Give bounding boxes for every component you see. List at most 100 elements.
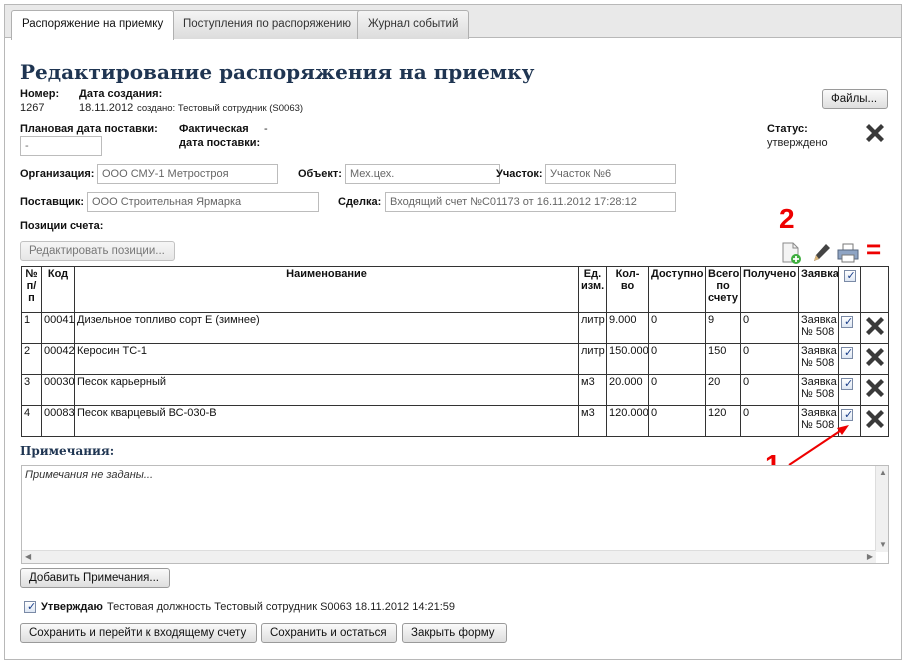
approve-text: Тестовая должность Тестовый сотрудник S0… [107,601,456,613]
notes-textarea[interactable]: Примечания не заданы... ▲ ▼ ◀ ▶ [21,465,889,564]
supplier-field[interactable]: ООО Строительная Ярмарка [87,192,319,212]
section-field[interactable]: Участок №6 [545,164,676,184]
col-received: Получено [740,266,799,313]
cell-request: Заявка № 508 [798,312,839,344]
cell-unit: м3 [578,374,607,406]
save-and-go-button[interactable]: Сохранить и перейти к входящему счету [20,623,257,643]
number-label: Номер: [20,88,60,100]
tab-event-log[interactable]: Журнал событий [357,10,470,39]
notes-vertical-scrollbar[interactable]: ▲ ▼ [875,466,888,552]
scroll-left-icon[interactable]: ◀ [25,552,31,562]
save-and-stay-button[interactable]: Сохранить и остаться [261,623,397,643]
cell-delete [860,374,889,406]
close-x-icon[interactable] [863,407,887,431]
number-value: 1267 [20,102,45,114]
scroll-right-icon[interactable]: ▶ [867,552,873,562]
checkmark-icon: ✓ [844,378,854,390]
row-checkbox[interactable]: ✓ [841,347,853,359]
status-value: утверждено [767,137,828,149]
col-qty: Кол-во [606,266,649,313]
cell-available: 0 [648,374,706,406]
tab-acceptance-order[interactable]: Распоряжение на приемку [11,10,175,40]
files-button[interactable]: Файлы... [822,89,888,109]
cell-available: 0 [648,343,706,375]
cell-request: Заявка № 508 [798,374,839,406]
cell-available: 0 [648,405,706,437]
cell-num: 1 [21,312,42,344]
scroll-down-icon[interactable]: ▼ [879,540,887,550]
close-x-icon[interactable] [863,314,887,338]
cell-select: ✓ [838,374,861,406]
cell-num: 3 [21,374,42,406]
created-by: создано: Тестовый сотрудник (S0063) [137,103,304,114]
print-icon[interactable] [836,242,860,264]
organization-field[interactable]: ООО СМУ-1 Метростроя [97,164,278,184]
select-all-checkbox[interactable]: ✓ [843,270,856,282]
scroll-up-icon[interactable]: ▲ [879,468,887,478]
notes-placeholder: Примечания не заданы... [25,469,154,481]
cell-unit: м3 [578,405,607,437]
cell-received: 0 [740,312,799,344]
col-total: Всего по счету [705,266,741,313]
close-x-icon[interactable] [863,121,887,145]
cell-name: Песок кварцевый ВС-030-В [74,405,579,437]
cell-delete [860,343,889,375]
table-row: 2 00042 Керосин ТС-1 литр 150.000 0 150 … [21,343,889,375]
actual-date-value: - [264,123,268,135]
organization-label: Организация: [20,168,95,180]
checkmark-icon: ✓ [844,347,854,359]
cell-received: 0 [740,374,799,406]
planned-date-field[interactable]: - [20,136,102,156]
cell-num: 2 [21,343,42,375]
object-field[interactable]: Мех.цех. [345,164,500,184]
row-checkbox[interactable]: ✓ [841,378,853,390]
positions-table: № п/п Код Наименование Ед. изм. Кол-во Д… [21,266,889,437]
close-x-icon[interactable] [863,345,887,369]
cell-name: Керосин ТС-1 [74,343,579,375]
supplier-label: Поставщик: [20,196,85,208]
created-date: 18.11.2012 [79,102,134,114]
cell-unit: литр [578,312,607,344]
cell-total: 20 [705,374,741,406]
close-x-icon[interactable] [863,376,887,400]
deal-field[interactable]: Входящий счет №С01173 от 16.11.2012 17:2… [385,192,676,212]
cell-delete [860,405,889,437]
close-form-button[interactable]: Закрыть форму [402,623,507,643]
checkmark-icon: ✓ [27,601,37,613]
tab-receipts[interactable]: Поступления по распоряжению [172,10,363,39]
checkmark-icon: ✓ [844,316,854,328]
cell-request: Заявка № 508 [798,343,839,375]
add-document-icon[interactable] [780,241,802,265]
table-row: 1 00041 Дизельное топливо сорт Е (зимнее… [21,312,889,344]
approve-label: Утверждаю [41,601,103,613]
cell-code: 00030 [41,374,75,406]
table-header-row: № п/п Код Наименование Ед. изм. Кол-во Д… [21,266,889,313]
cell-select: ✓ [838,343,861,375]
edit-positions-button[interactable]: Редактировать позиции... [20,241,175,261]
row-checkbox[interactable]: ✓ [841,316,853,328]
cell-qty: 120.000 [606,405,649,437]
cell-delete [860,312,889,344]
page-title: Редактирование распоряжения на приемку [20,60,535,84]
cell-total: 120 [705,405,741,437]
cell-qty: 150.000 [606,343,649,375]
cell-total: 9 [705,312,741,344]
annotation-equals: = [866,234,882,264]
col-num: № п/п [21,266,42,313]
notes-horizontal-scrollbar[interactable]: ◀ ▶ [22,550,876,563]
cell-name: Песок карьерный [74,374,579,406]
annotation-2: 2 [779,203,795,234]
actual-date-label-1: Фактическая [179,123,249,135]
form-window: Распоряжение на приемку Поступления по р… [4,4,902,660]
cell-num: 4 [21,405,42,437]
table-row: 3 00030 Песок карьерный м3 20.000 0 20 0… [21,374,889,406]
add-notes-button[interactable]: Добавить Примечания... [20,568,170,588]
approve-checkbox[interactable]: ✓ [24,601,36,613]
cell-received: 0 [740,343,799,375]
annotation-arrow [788,425,849,466]
cell-total: 150 [705,343,741,375]
col-select-all: ✓ [838,266,861,313]
cell-code: 00041 [41,312,75,344]
cell-qty: 20.000 [606,374,649,406]
edit-pencil-icon[interactable] [810,241,832,265]
